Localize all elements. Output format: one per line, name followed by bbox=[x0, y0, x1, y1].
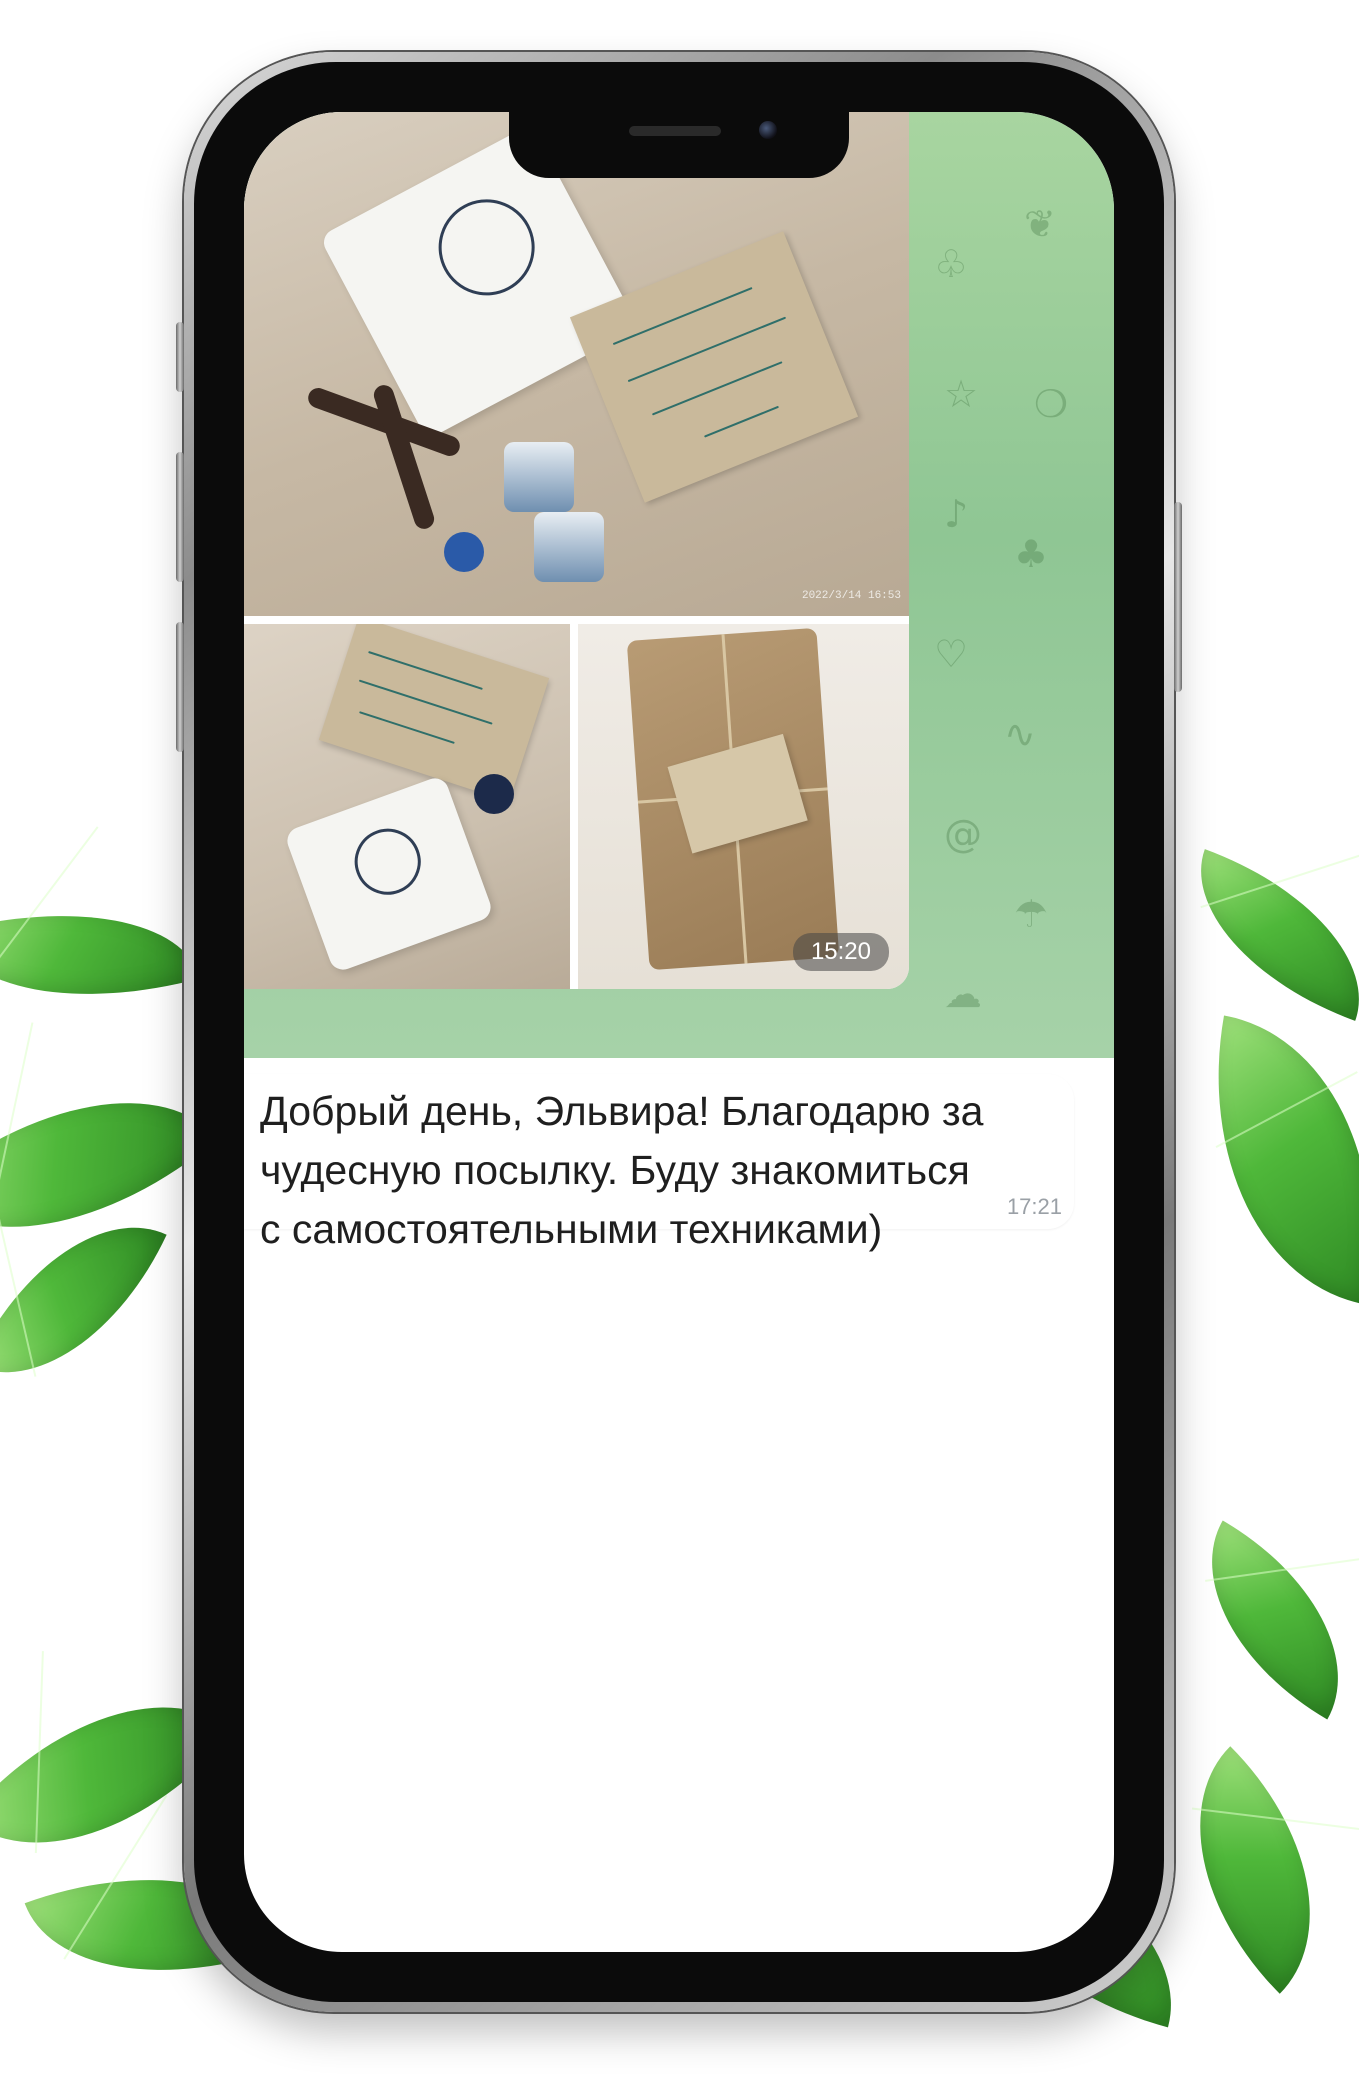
photo-wrapped-parcel[interactable]: 15:20 bbox=[578, 624, 909, 989]
handwritten-card bbox=[318, 624, 550, 802]
handwriting-line bbox=[704, 405, 779, 438]
leaf-decoration bbox=[1162, 1520, 1359, 1720]
kraft-parcel bbox=[626, 627, 840, 971]
leaf-decoration bbox=[1178, 1015, 1359, 1305]
tree-icon: ♣ bbox=[1014, 532, 1049, 576]
fish-icon: ∿ bbox=[1004, 712, 1036, 756]
ribbon bbox=[474, 774, 514, 814]
page-background: ♧ ❦ ☆ ❍ ♪ ♣ ♡ ∿ @ ☂ ☁ 2022/3/14 16:53 15… bbox=[0, 0, 1359, 2100]
message-text: Добрый день, Эльвира! Благодарю за чудес… bbox=[260, 1088, 984, 1252]
text-message-bubble[interactable]: Добрый день, Эльвира! Благодарю за чудес… bbox=[244, 1074, 1074, 1252]
album-timestamp: 15:20 bbox=[792, 933, 889, 971]
photo-album-message[interactable]: 2022/3/14 16:53 15:20 bbox=[244, 112, 909, 989]
leaf-icon: ❦ bbox=[1024, 202, 1056, 246]
cotton-bag bbox=[283, 774, 495, 974]
photo-bag-with-card[interactable] bbox=[244, 624, 570, 989]
notch bbox=[509, 112, 849, 178]
power-button bbox=[1174, 502, 1182, 692]
spiral-icon: @ bbox=[944, 812, 982, 856]
handwriting-line bbox=[359, 711, 455, 744]
volume-up-button bbox=[176, 322, 184, 392]
front-camera bbox=[759, 121, 777, 139]
pineapple-icon: ♧ bbox=[934, 242, 969, 286]
volume-down-button bbox=[176, 622, 184, 752]
jellyfish-icon: ☂ bbox=[1014, 892, 1049, 936]
phone-screen: ♧ ❦ ☆ ❍ ♪ ♣ ♡ ∿ @ ☂ ☁ 2022/3/14 16:53 15… bbox=[244, 112, 1114, 1952]
leaf-decoration bbox=[1167, 849, 1359, 1021]
jar bbox=[534, 512, 604, 582]
handwritten-card bbox=[569, 231, 859, 503]
leaf-decoration bbox=[0, 872, 201, 1038]
speaker-grille bbox=[629, 126, 721, 136]
jar bbox=[504, 442, 574, 512]
bell-icon: ♪ bbox=[944, 492, 969, 536]
volume-up-button bbox=[176, 452, 184, 582]
bag-logo bbox=[421, 182, 552, 313]
message-timestamp: 17:21 bbox=[1006, 1194, 1062, 1219]
star-icon: ☆ bbox=[944, 372, 979, 416]
handwriting-line bbox=[368, 650, 483, 690]
bag-logo bbox=[345, 819, 431, 904]
blue-bead bbox=[444, 532, 484, 572]
handwriting-line bbox=[612, 287, 753, 346]
cloud-icon: ☁ bbox=[944, 972, 982, 1016]
phone-frame: ♧ ❦ ☆ ❍ ♪ ♣ ♡ ∿ @ ☂ ☁ 2022/3/14 16:53 15… bbox=[176, 52, 1182, 2012]
handwriting-line bbox=[651, 361, 783, 416]
apple-icon: ❍ bbox=[1034, 382, 1069, 426]
photo-gift-bag-and-card[interactable]: 2022/3/14 16:53 bbox=[244, 112, 909, 616]
photo-datestamp: 2022/3/14 16:53 bbox=[801, 590, 901, 602]
heart-icon: ♡ bbox=[934, 632, 969, 676]
gift-tag bbox=[667, 733, 808, 854]
